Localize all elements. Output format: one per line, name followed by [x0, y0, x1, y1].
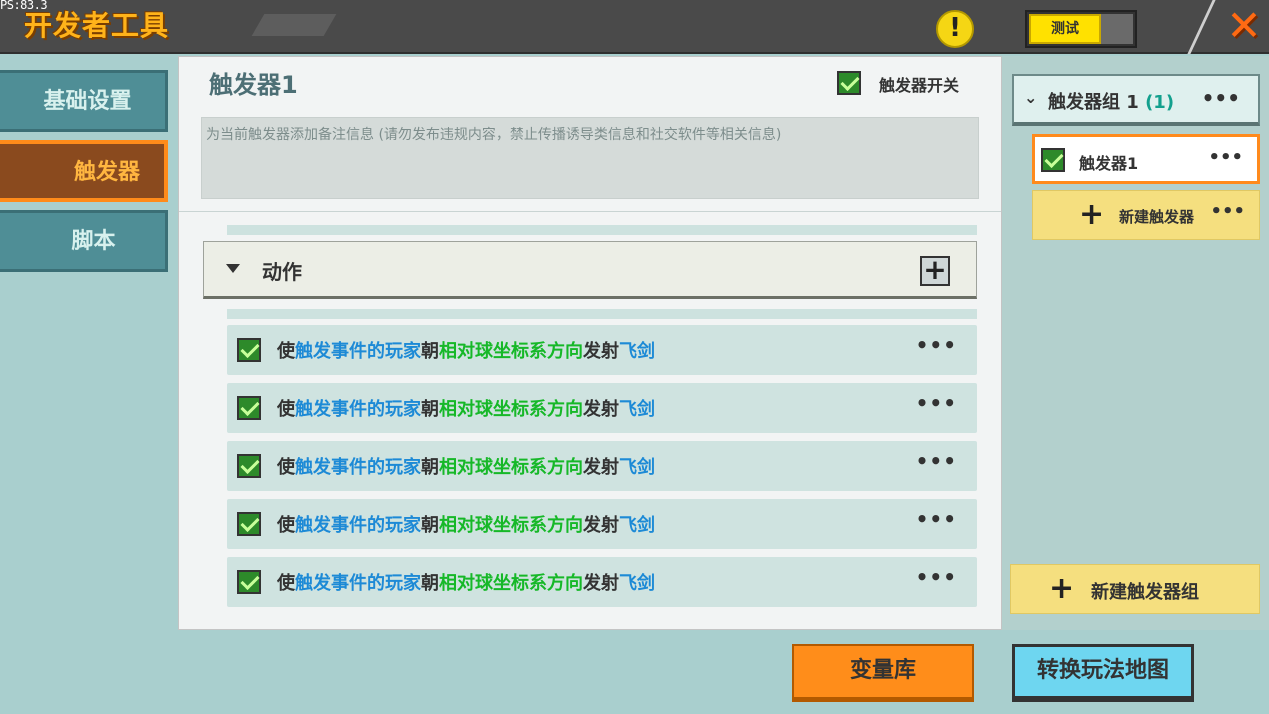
action-projectile[interactable]: 飞剑 — [619, 457, 655, 478]
actions-section-header[interactable]: 动作 + — [203, 241, 977, 299]
more-icon[interactable]: ••• — [916, 565, 957, 589]
new-group-label: 新建触发器组 — [1091, 582, 1199, 603]
action-subject[interactable]: 触发事件的玩家 — [295, 457, 421, 478]
action-row[interactable]: 使触发事件的玩家朝相对球坐标系方向发射飞剑 ••• — [227, 557, 977, 607]
action-verb: 使 — [277, 573, 295, 594]
action-launch: 发射 — [583, 573, 619, 594]
nav-item-triggers[interactable]: 触发器 — [0, 140, 168, 202]
new-trigger-group-button[interactable]: + 新建触发器组 — [1010, 564, 1260, 614]
action-verb: 使 — [277, 457, 295, 478]
chevron-down-icon[interactable]: ⌄ — [1024, 88, 1037, 107]
action-direction[interactable]: 相对球坐标系方向 — [439, 341, 583, 362]
action-subject[interactable]: 触发事件的玩家 — [295, 341, 421, 362]
trigger-editor-panel: 触发器1 触发器开关 为当前触发器添加备注信息 (请勿发布违规内容，禁止传播诱导… — [178, 56, 1002, 630]
action-direction[interactable]: 相对球坐标系方向 — [439, 515, 583, 536]
action-checkbox[interactable] — [237, 512, 261, 536]
action-text[interactable]: 使触发事件的玩家朝相对球坐标系方向发射飞剑 — [277, 511, 655, 537]
action-launch: 发射 — [583, 341, 619, 362]
action-launch: 发射 — [583, 515, 619, 536]
test-label: 测试 — [1029, 14, 1101, 44]
action-projectile[interactable]: 飞剑 — [619, 573, 655, 594]
new-trigger-label: 新建触发器 — [1119, 208, 1195, 226]
more-icon[interactable]: ••• — [916, 333, 957, 357]
exclamation-icon[interactable]: ! — [936, 10, 974, 48]
more-icon[interactable]: ••• — [1208, 147, 1243, 168]
action-prep: 朝 — [421, 457, 439, 478]
note-input[interactable]: 为当前触发器添加备注信息 (请勿发布违规内容，禁止传播诱导类信息和社交软件等相关… — [201, 117, 979, 199]
action-text[interactable]: 使触发事件的玩家朝相对球坐标系方向发射飞剑 — [277, 569, 655, 595]
trigger-title: 触发器1 — [209, 71, 298, 99]
group-count: (1) — [1145, 92, 1175, 113]
action-text[interactable]: 使触发事件的玩家朝相对球坐标系方向发射飞剑 — [277, 337, 655, 363]
group-name: 触发器组 1 (1) — [1048, 88, 1174, 114]
action-launch: 发射 — [583, 457, 619, 478]
toggle-knob — [1101, 14, 1133, 44]
trigger-item-label: 触发器1 — [1079, 154, 1139, 173]
action-projectile[interactable]: 飞剑 — [619, 341, 655, 362]
trigger-switch-checkbox[interactable] — [837, 71, 861, 95]
trigger-group-panel: ⌄ 触发器组 1 (1) ••• 触发器1 ••• + 新建触发器 ••• + … — [1002, 56, 1269, 630]
action-row[interactable]: 使触发事件的玩家朝相对球坐标系方向发射飞剑 ••• — [227, 441, 977, 491]
action-subject[interactable]: 触发事件的玩家 — [295, 399, 421, 420]
trigger-switch-label: 触发器开关 — [879, 76, 960, 95]
decor-divider — [1187, 0, 1216, 54]
new-trigger-button[interactable]: + 新建触发器 ••• — [1032, 190, 1260, 240]
action-direction[interactable]: 相对球坐标系方向 — [439, 573, 583, 594]
action-text[interactable]: 使触发事件的玩家朝相对球坐标系方向发射飞剑 — [277, 453, 655, 479]
more-icon[interactable]: ••• — [1202, 86, 1240, 110]
fps-counter: PS:83.3 — [0, 0, 48, 12]
divider — [179, 211, 1001, 212]
action-subject[interactable]: 触发事件的玩家 — [295, 573, 421, 594]
collapsed-row-edge — [227, 309, 977, 319]
action-direction[interactable]: 相对球坐标系方向 — [439, 399, 583, 420]
action-text[interactable]: 使触发事件的玩家朝相对球坐标系方向发射飞剑 — [277, 395, 655, 421]
add-action-button[interactable]: + — [920, 256, 950, 286]
action-verb: 使 — [277, 515, 295, 536]
section-label: 动作 — [262, 260, 302, 284]
collapsed-row-edge — [227, 225, 977, 235]
action-subject[interactable]: 触发事件的玩家 — [295, 515, 421, 536]
action-prep: 朝 — [421, 399, 439, 420]
action-checkbox[interactable] — [237, 338, 261, 362]
caret-down-icon[interactable] — [226, 264, 240, 273]
action-projectile[interactable]: 飞剑 — [619, 399, 655, 420]
plus-icon: + — [1049, 571, 1075, 606]
action-row[interactable]: 使触发事件的玩家朝相对球坐标系方向发射飞剑 ••• — [227, 325, 977, 375]
checkmark-icon — [837, 71, 861, 95]
more-icon[interactable]: ••• — [1210, 201, 1245, 222]
convert-map-button[interactable]: 转换玩法地图 — [1012, 644, 1194, 702]
action-row[interactable]: 使触发事件的玩家朝相对球坐标系方向发射飞剑 ••• — [227, 499, 977, 549]
action-row[interactable]: 使触发事件的玩家朝相对球坐标系方向发射飞剑 ••• — [227, 383, 977, 433]
action-verb: 使 — [277, 399, 295, 420]
more-icon[interactable]: ••• — [916, 391, 957, 415]
test-toggle[interactable]: 测试 — [1025, 10, 1137, 48]
nav-item-basic-settings[interactable]: 基础设置 — [0, 70, 168, 132]
variable-library-button[interactable]: 变量库 — [792, 644, 974, 702]
action-checkbox[interactable] — [237, 454, 261, 478]
action-prep: 朝 — [421, 341, 439, 362]
action-prep: 朝 — [421, 515, 439, 536]
action-direction[interactable]: 相对球坐标系方向 — [439, 457, 583, 478]
action-prep: 朝 — [421, 573, 439, 594]
action-projectile[interactable]: 飞剑 — [619, 515, 655, 536]
top-bar: 开发者工具 PS:83.3 ! 测试 ✕ — [0, 0, 1269, 54]
trigger-group-header[interactable]: ⌄ 触发器组 1 (1) ••• — [1012, 74, 1260, 126]
action-verb: 使 — [277, 341, 295, 362]
close-icon[interactable]: ✕ — [1224, 5, 1264, 47]
action-launch: 发射 — [583, 399, 619, 420]
plus-icon: + — [1079, 197, 1105, 232]
action-checkbox[interactable] — [237, 570, 261, 594]
trigger-enabled-checkbox[interactable] — [1041, 148, 1065, 172]
more-icon[interactable]: ••• — [916, 507, 957, 531]
trigger-list-item[interactable]: 触发器1 ••• — [1032, 134, 1260, 184]
nav-item-scripts[interactable]: 脚本 — [0, 210, 168, 272]
more-icon[interactable]: ••• — [916, 449, 957, 473]
group-title: 触发器组 1 — [1048, 92, 1139, 113]
action-checkbox[interactable] — [237, 396, 261, 420]
